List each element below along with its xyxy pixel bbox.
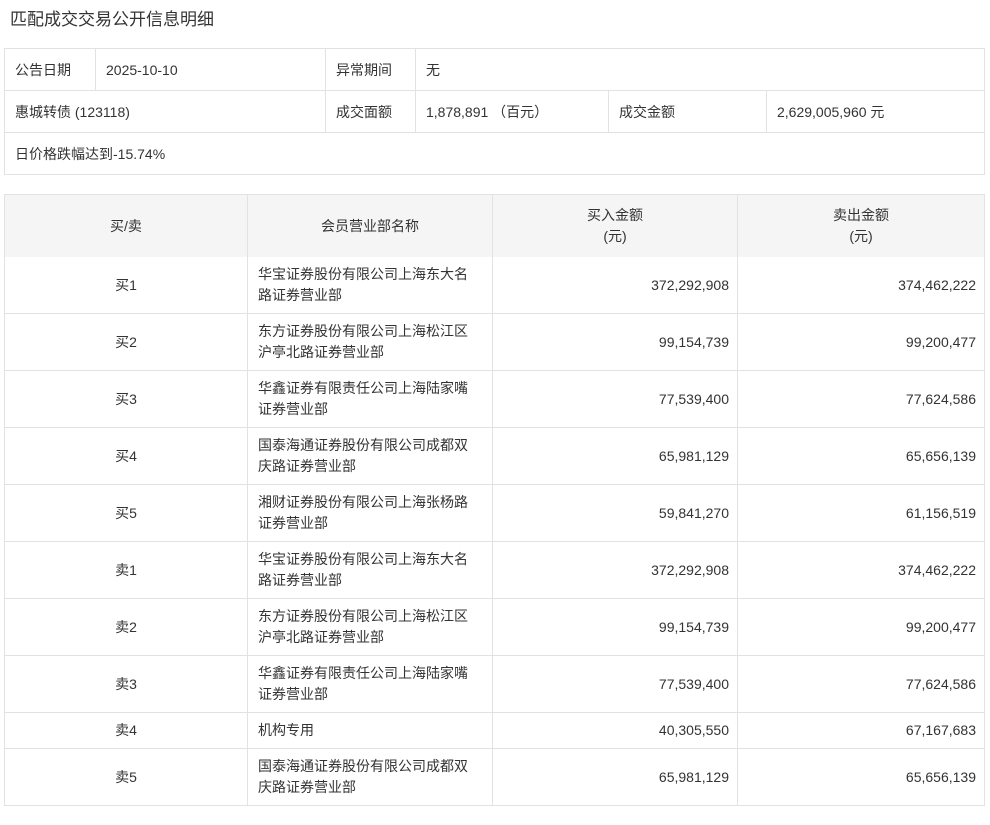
trade-table-body: 买1 华宝证券股份有限公司上海东大名路证券营业部 372,292,908 374… <box>5 257 984 805</box>
table-row: 卖4 机构专用 40,305,550 67,167,683 <box>5 712 984 748</box>
branch-cell: 东方证券股份有限公司上海松江区沪亭北路证券营业部 <box>248 599 493 655</box>
col-header-branch: 会员营业部名称 <box>248 195 493 257</box>
sell-amount-cell: 99,200,477 <box>905 333 976 350</box>
amount-value: 2,629,005,960 元 <box>777 103 885 120</box>
branch-cell: 华宝证券股份有限公司上海东大名路证券营业部 <box>248 257 493 313</box>
buy-amount-cell: 59,841,270 <box>493 485 738 541</box>
security-name: 惠城转债 (123118) <box>5 91 326 132</box>
side-cell: 买2 <box>5 314 248 370</box>
side-cell: 卖4 <box>5 713 248 748</box>
table-header-row: 买/卖 会员营业部名称 买入金额 (元) 卖出金额 (元) <box>5 195 984 257</box>
buy-amount-cell: 77,539,400 <box>493 371 738 427</box>
info-panel: 公告日期 2025-10-10 异常期间 无 惠城转债 (123118) 成交面… <box>4 48 985 175</box>
col-header-sell: 卖出金额 (元) <box>738 195 984 257</box>
info-row-security: 惠城转债 (123118) 成交面额 1,878,891 （百元） 成交金额 2… <box>5 90 984 132</box>
table-row: 卖5 国泰海通证券股份有限公司成都双庆路证券营业部 65,981,129 65,… <box>5 748 984 805</box>
table-row: 买5 湘财证券股份有限公司上海张杨路证券营业部 59,841,270 61,15… <box>5 484 984 541</box>
buy-amount-cell: 99,154,739 <box>493 314 738 370</box>
table-row: 卖2 东方证券股份有限公司上海松江区沪亭北路证券营业部 99,154,739 9… <box>5 598 984 655</box>
buy-header-unit: (元) <box>603 228 627 244</box>
branch-cell: 华鑫证券有限责任公司上海陆家嘴证券营业部 <box>248 371 493 427</box>
side-cell: 买3 <box>5 371 248 427</box>
buy-amount-cell: 77,539,400 <box>493 656 738 712</box>
table-row: 买3 华鑫证券有限责任公司上海陆家嘴证券营业部 77,539,400 77,62… <box>5 370 984 427</box>
info-row-date: 公告日期 2025-10-10 异常期间 无 <box>5 49 984 90</box>
trade-table: 买/卖 会员营业部名称 买入金额 (元) 卖出金额 (元) 买1 华宝证券股份有… <box>4 194 985 806</box>
buy-header-label: 买入金额 <box>587 207 643 223</box>
buy-amount-cell: 65,981,129 <box>493 749 738 805</box>
side-cell: 卖5 <box>5 749 248 805</box>
branch-cell: 国泰海通证券股份有限公司成都双庆路证券营业部 <box>248 749 493 805</box>
branch-cell: 湘财证券股份有限公司上海张杨路证券营业部 <box>248 485 493 541</box>
sell-amount-cell: 77,624,586 <box>905 675 976 692</box>
sell-amount-cell: 65,656,139 <box>905 447 976 464</box>
buy-amount-cell: 372,292,908 <box>493 542 738 598</box>
face-value: 1,878,891 （百元） <box>416 91 609 132</box>
sell-amount-cell: 374,462,222 <box>898 561 976 578</box>
buy-amount-cell: 40,305,550 <box>493 713 738 748</box>
info-row-note: 日价格跌幅达到-15.74% <box>5 132 984 174</box>
sell-amount-cell: 99,200,477 <box>905 618 976 635</box>
price-change-note: 日价格跌幅达到-15.74% <box>15 145 166 162</box>
col-header-buy: 买入金额 (元) <box>493 195 738 257</box>
table-row: 买1 华宝证券股份有限公司上海东大名路证券营业部 372,292,908 374… <box>5 257 984 313</box>
side-cell: 买1 <box>5 257 248 313</box>
branch-cell: 华宝证券股份有限公司上海东大名路证券营业部 <box>248 542 493 598</box>
amount-label: 成交金额 <box>609 91 767 132</box>
abnormal-period-value: 无 <box>426 61 440 78</box>
buy-amount-cell: 372,292,908 <box>493 257 738 313</box>
face-value-label: 成交面额 <box>326 91 416 132</box>
abnormal-period-label: 异常期间 <box>326 49 416 90</box>
side-cell: 买5 <box>5 485 248 541</box>
sell-amount-cell: 374,462,222 <box>898 276 976 293</box>
sell-amount-cell: 77,624,586 <box>905 390 976 407</box>
side-cell: 卖2 <box>5 599 248 655</box>
page: 匹配成交交易公开信息明细 公告日期 2025-10-10 异常期间 无 惠城转债… <box>4 9 985 806</box>
table-row: 卖3 华鑫证券有限责任公司上海陆家嘴证券营业部 77,539,400 77,62… <box>5 655 984 712</box>
sell-amount-cell: 67,167,683 <box>905 722 976 738</box>
branch-cell: 东方证券股份有限公司上海松江区沪亭北路证券营业部 <box>248 314 493 370</box>
table-row: 买4 国泰海通证券股份有限公司成都双庆路证券营业部 65,981,129 65,… <box>5 427 984 484</box>
buy-amount-cell: 65,981,129 <box>493 428 738 484</box>
sell-header-unit: (元) <box>849 228 873 244</box>
side-cell: 买4 <box>5 428 248 484</box>
announce-date-value: 2025-10-10 <box>96 49 326 90</box>
table-row: 买2 东方证券股份有限公司上海松江区沪亭北路证券营业部 99,154,739 9… <box>5 313 984 370</box>
page-title: 匹配成交交易公开信息明细 <box>10 10 214 29</box>
side-cell: 卖3 <box>5 656 248 712</box>
side-cell: 卖1 <box>5 542 248 598</box>
table-row: 卖1 华宝证券股份有限公司上海东大名路证券营业部 372,292,908 374… <box>5 541 984 598</box>
branch-cell: 国泰海通证券股份有限公司成都双庆路证券营业部 <box>248 428 493 484</box>
buy-amount-cell: 99,154,739 <box>493 599 738 655</box>
announce-date-label: 公告日期 <box>5 49 96 90</box>
branch-cell: 华鑫证券有限责任公司上海陆家嘴证券营业部 <box>248 656 493 712</box>
sell-header-label: 卖出金额 <box>833 207 889 223</box>
branch-cell: 机构专用 <box>248 713 493 748</box>
col-header-side: 买/卖 <box>5 195 248 257</box>
sell-amount-cell: 61,156,519 <box>905 504 976 521</box>
sell-amount-cell: 65,656,139 <box>905 768 976 785</box>
